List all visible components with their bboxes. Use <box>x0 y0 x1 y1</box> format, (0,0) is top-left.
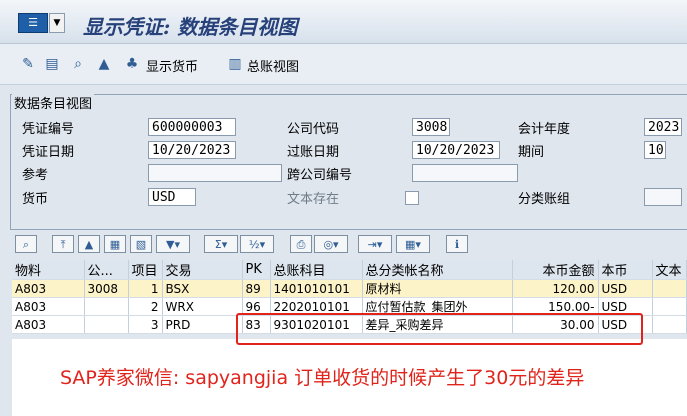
reference-label: 参考 <box>22 168 49 183</box>
ledger-group-label: 分类账组 <box>518 192 571 207</box>
reference-field[interactable] <box>148 164 282 182</box>
doc-date-label: 凭证日期 <box>22 145 75 160</box>
cell-material[interactable]: A803 <box>12 297 85 316</box>
doc-date-field[interactable]: 10/20/2023 <box>148 141 236 159</box>
views-icon[interactable]: ◎▾ <box>314 235 348 253</box>
cell-text[interactable] <box>652 315 687 334</box>
cross-company-field[interactable] <box>412 164 518 182</box>
cell-text[interactable] <box>652 297 687 316</box>
application-toolbar: ✎ ▤ ⌕ ▲ ♣ 显示货币 ▥ 总账视图 <box>0 44 687 85</box>
currency-field[interactable]: USD <box>148 188 196 206</box>
cell-transaction[interactable]: WRX <box>162 297 243 316</box>
cell-company[interactable] <box>84 315 129 334</box>
fiscal-year-label: 会计年度 <box>518 122 571 137</box>
filter-icon[interactable]: ▼▾ <box>156 235 190 253</box>
subtotal-icon[interactable]: ½▾ <box>240 235 274 253</box>
cell-material[interactable]: A803 <box>12 279 85 298</box>
cell-material[interactable]: A803 <box>12 315 85 334</box>
find-next-icon[interactable]: ▧ <box>130 235 152 253</box>
posting-date-field[interactable]: 10/20/2023 <box>412 141 500 159</box>
export-icon[interactable]: ⇥▾ <box>358 235 392 253</box>
col-header-currency[interactable]: 本币 <box>598 260 653 280</box>
document-header-icon[interactable]: ▤ <box>44 56 60 72</box>
period-label: 期间 <box>518 145 545 160</box>
sap-menu-icon[interactable]: ☰ <box>18 13 48 33</box>
doc-no-label: 凭证编号 <box>22 122 75 137</box>
info-icon[interactable]: ℹ <box>446 235 468 253</box>
cell-transaction[interactable]: BSX <box>162 279 243 298</box>
col-header-material[interactable]: 物料 <box>12 260 85 280</box>
doc-no-field[interactable]: 600000003 <box>148 118 236 136</box>
previous-page-icon[interactable]: ▲ <box>78 235 100 253</box>
print-icon[interactable]: ⎙ <box>290 235 312 253</box>
col-header-amount[interactable]: 本币金额 <box>512 260 599 280</box>
find-icon[interactable]: ▦ <box>104 235 126 253</box>
company-code-label: 公司代码 <box>287 122 340 137</box>
col-header-gl-name[interactable]: 总分类帐名称 <box>362 260 513 280</box>
cell-transaction[interactable]: PRD <box>162 315 243 334</box>
col-header-gl-account[interactable]: 总账科目 <box>270 260 363 280</box>
cell-company[interactable]: 3008 <box>84 279 129 298</box>
period-field[interactable]: 10 <box>644 141 666 159</box>
fiscal-year-field[interactable]: 2023 <box>644 118 682 136</box>
display-change-icon[interactable]: ✎ <box>20 56 36 72</box>
posting-date-label: 过账日期 <box>287 145 340 160</box>
cross-company-label: 跨公司编号 <box>287 168 353 183</box>
title-bar: ☰ ▼ 显示凭证: 数据条目视图 <box>0 0 687 44</box>
cell-text[interactable] <box>652 279 687 298</box>
layout-icon[interactable]: ▦▾ <box>396 235 430 253</box>
gl-view-button[interactable]: 总账视图 <box>247 56 299 75</box>
table-row[interactable]: A803 3008 1 BSX 89 1401010101 原材料 120.00… <box>12 279 687 298</box>
col-header-company[interactable]: 公... <box>84 260 129 280</box>
company-code-field[interactable]: 3008 <box>412 118 450 136</box>
table-header-row: 物料 公... 项目 交易 PK 总账科目 总分类帐名称 本币金额 本币 文本 <box>12 260 687 280</box>
cell-currency[interactable]: USD <box>598 279 653 298</box>
text-exists-checkbox[interactable] <box>405 191 419 205</box>
currency-icon[interactable]: ♣ <box>124 56 140 72</box>
first-page-icon[interactable]: ⤒ <box>52 235 74 253</box>
sum-icon[interactable]: Σ▾ <box>204 235 238 253</box>
col-header-transaction[interactable]: 交易 <box>162 260 243 280</box>
chevron-down-icon[interactable]: ▼ <box>49 13 65 33</box>
hat-icon[interactable]: ▲ <box>96 56 112 72</box>
cell-gl-name[interactable]: 原材料 <box>362 279 513 298</box>
general-ledger-icon[interactable]: ▥ <box>227 56 243 72</box>
col-header-item[interactable]: 项目 <box>128 260 163 280</box>
annotation-text: SAP养家微信: sapyangjia 订单收货的时候产生了30元的差异 <box>60 367 585 389</box>
grid-toolbar: ⌕ ⤒ ▲ ▦ ▧ ▼▾ Σ▾ ½▾ ⎙ ◎▾ ⇥▾ ▦▾ ℹ <box>10 234 687 256</box>
col-header-text[interactable]: 文本 <box>652 260 687 280</box>
details-icon[interactable]: ⌕ <box>15 235 37 253</box>
cell-item[interactable]: 1 <box>128 279 163 298</box>
col-header-pk[interactable]: PK <box>242 260 271 280</box>
cell-amount[interactable]: 120.00 <box>512 279 599 298</box>
ledger-group-field[interactable] <box>644 188 682 206</box>
highlight-box <box>236 313 643 345</box>
cell-item[interactable]: 2 <box>128 297 163 316</box>
data-entry-view-panel <box>10 94 687 230</box>
cell-item[interactable]: 3 <box>128 315 163 334</box>
find-icon[interactable]: ⌕ <box>70 56 86 72</box>
panel-title: 数据条目视图 <box>12 93 95 112</box>
cell-pk[interactable]: 89 <box>242 279 271 298</box>
cell-company[interactable] <box>84 297 129 316</box>
display-currency-button[interactable]: 显示货币 <box>146 56 198 75</box>
text-exists-label: 文本存在 <box>287 192 340 207</box>
cell-gl-account[interactable]: 1401010101 <box>270 279 363 298</box>
currency-label: 货币 <box>22 192 49 207</box>
window-title: 显示凭证: 数据条目视图 <box>83 15 298 39</box>
